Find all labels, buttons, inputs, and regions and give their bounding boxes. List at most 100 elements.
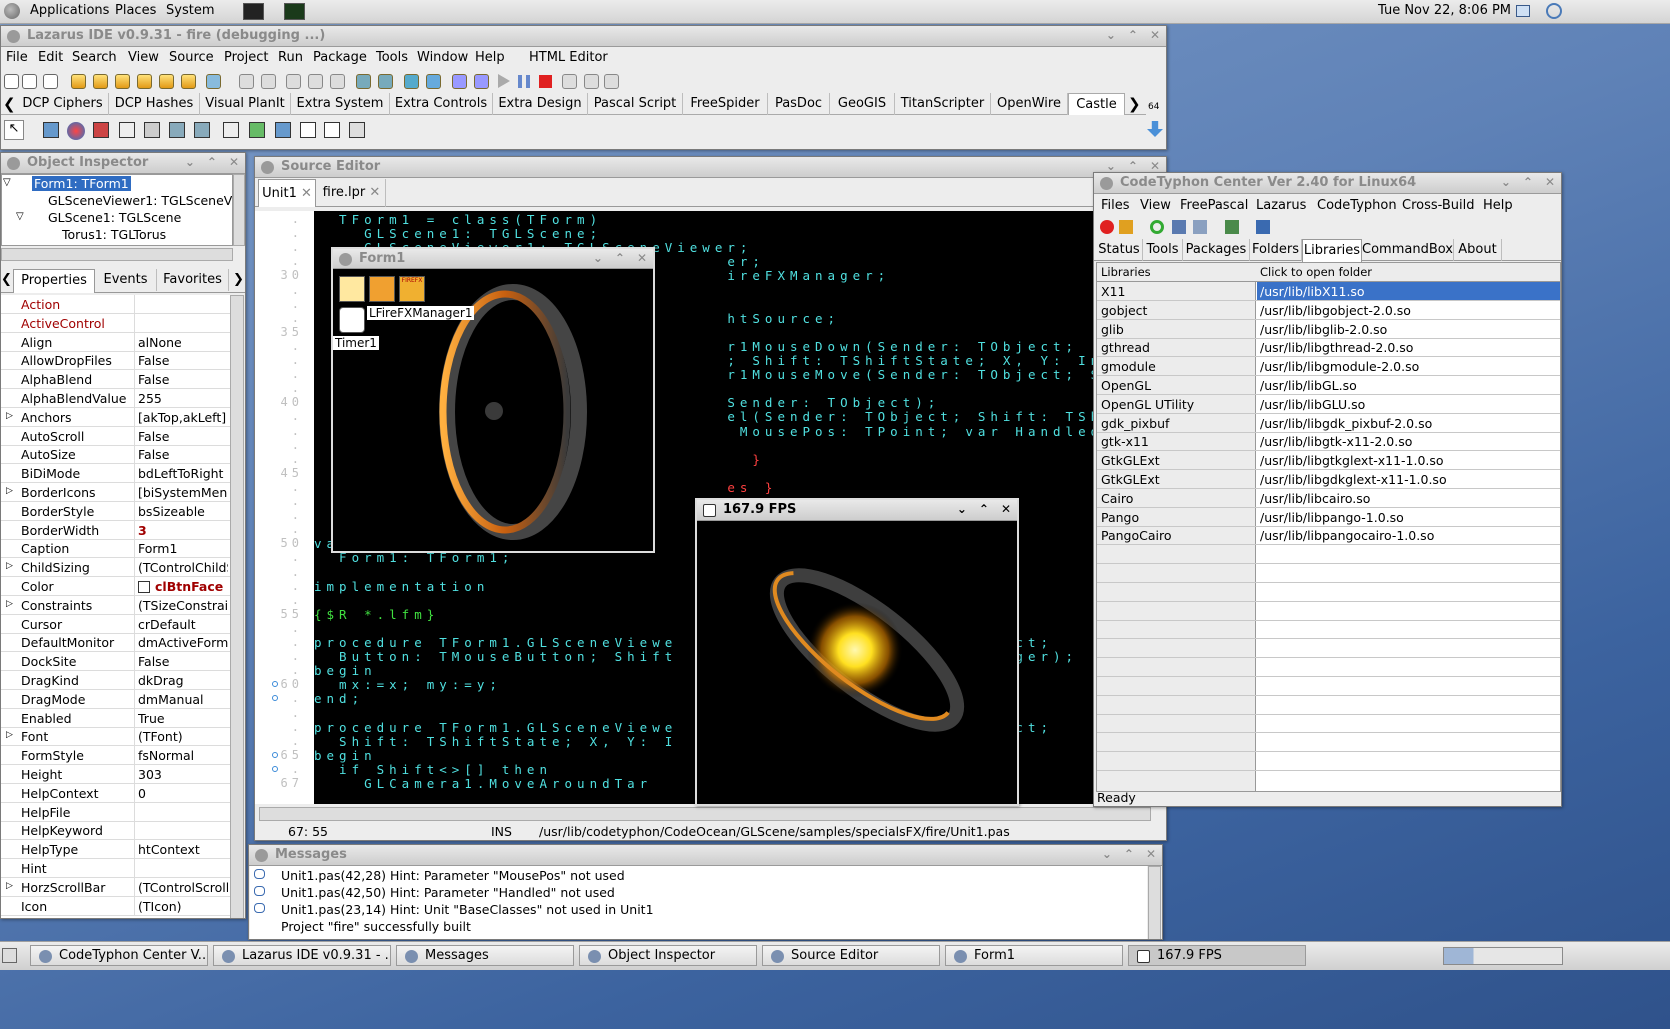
library-row[interactable]: GtkGLExt/usr/lib/libgtkglext-x11-1.0.so [1097, 451, 1560, 471]
show-desktop-icon[interactable] [2, 948, 17, 963]
property-row[interactable]: FormStyle fsNormal [1, 746, 230, 766]
ct-menu-freepascal[interactable]: FreePascal [1180, 198, 1248, 213]
build-icon[interactable] [356, 74, 371, 89]
workspace-switcher[interactable] [1443, 947, 1563, 965]
code-line[interactable]: begin [314, 663, 377, 678]
castle-component-10-icon[interactable] [275, 122, 291, 138]
ct-menu-lazarus[interactable]: Lazarus [1256, 198, 1306, 213]
property-value[interactable]: dmActiveForm [138, 635, 228, 650]
property-row[interactable]: Enabled True [1, 708, 230, 728]
library-row[interactable]: gthread/usr/lib/libgthread-2.0.so [1097, 338, 1560, 358]
library-path[interactable]: /usr/lib/libgtkglext-x11-1.0.so [1257, 451, 1560, 469]
menu-search[interactable]: Search [72, 50, 117, 65]
library-row[interactable] [1097, 677, 1560, 696]
library-row[interactable]: gdk_pixbuf/usr/lib/libgdk_pixbuf-2.0.so [1097, 414, 1560, 433]
close-icon[interactable]: ✕ [1146, 847, 1156, 861]
library-row[interactable]: gobject/usr/lib/libgobject-2.0.so [1097, 301, 1560, 320]
exit-icon[interactable] [1100, 220, 1114, 234]
light-component-icon[interactable] [369, 276, 395, 302]
castle-component-9-icon[interactable] [249, 122, 265, 138]
code-line[interactable]: end; [314, 691, 364, 706]
castle-component-11-icon[interactable] [300, 122, 316, 138]
library-path[interactable]: /usr/lib/libgdk_pixbuf-2.0.so [1257, 414, 1560, 432]
taskbar-messages[interactable]: Messages [396, 945, 574, 966]
property-row[interactable]: DragMode dmManual [1, 689, 230, 709]
property-value[interactable]: 303 [138, 767, 228, 782]
property-row[interactable]: HelpFile [1, 802, 230, 822]
maximize-icon[interactable]: ⌃ [1128, 159, 1138, 173]
property-row[interactable]: ▷ Font (TFont) [1, 727, 230, 747]
messages-scrollbar[interactable] [1148, 866, 1161, 939]
close-icon[interactable]: ✕ [229, 155, 239, 169]
tree-expander-icon[interactable]: ▽ [3, 177, 11, 188]
taskbar-lazarus-ide[interactable]: Lazarus IDE v0.9.31 - ... [213, 945, 391, 966]
property-value[interactable]: False [138, 654, 228, 669]
step-into-icon[interactable] [562, 74, 577, 89]
library-row[interactable] [1097, 696, 1560, 715]
minimize-icon[interactable]: ⌄ [1106, 28, 1116, 42]
property-value[interactable]: (TFont) [138, 729, 228, 744]
gnome-foot-icon[interactable] [4, 3, 20, 19]
property-row[interactable]: Hint [1, 859, 230, 878]
code-line[interactable]: TForm1 = class(TForm) [314, 212, 602, 227]
palette-tab-dcp-ciphers[interactable]: DCP Ciphers [17, 93, 109, 115]
property-value[interactable]: (TControlScrolll [138, 880, 228, 895]
palette-scroll-left-icon[interactable]: ❮ [3, 95, 16, 113]
property-value[interactable]: clBtnFace [155, 579, 230, 594]
property-row[interactable]: Height 303 [1, 765, 230, 784]
library-path[interactable]: /usr/lib/libX11.so [1257, 282, 1560, 300]
library-path[interactable]: /usr/lib/libcairo.so [1257, 489, 1560, 507]
refresh-icon[interactable] [1150, 220, 1164, 234]
form1-title-bar[interactable]: Form1 ⌄ ⌃ ✕ [333, 249, 653, 269]
menu-source[interactable]: Source [169, 50, 214, 65]
library-row[interactable] [1097, 564, 1560, 583]
library-row[interactable] [1097, 583, 1560, 602]
code-line[interactable]: begin [314, 748, 377, 763]
property-value[interactable]: False [138, 372, 228, 387]
property-row[interactable]: HelpContext 0 [1, 783, 230, 803]
windows-icon[interactable] [1172, 220, 1186, 234]
find-icon[interactable] [159, 74, 174, 89]
terminal-launcher-icon[interactable] [243, 3, 264, 20]
menu-html-editor[interactable]: HTML Editor [529, 50, 608, 65]
taskbar-form1[interactable]: Form1 [945, 945, 1123, 966]
expand-arrow-icon[interactable]: ▷ [6, 486, 13, 496]
save-all-icon[interactable] [137, 74, 152, 89]
tree-node-glscene1[interactable]: GLScene1: TGLScene [48, 210, 181, 225]
taskbar-object-inspector[interactable]: Object Inspector [579, 945, 757, 966]
view-forms-icon[interactable] [239, 74, 254, 89]
property-row[interactable]: ▷ HorzScrollBar (TControlScrolll [1, 877, 230, 897]
property-row[interactable]: ▷ ChildSizing (TControlChildS [1, 558, 230, 578]
property-row[interactable]: DockSite False [1, 652, 230, 672]
minimize-icon[interactable]: ⌄ [593, 251, 603, 265]
property-value[interactable]: 255 [138, 391, 228, 406]
library-row[interactable]: OpenGL/usr/lib/libGL.so [1097, 376, 1560, 395]
property-row[interactable]: BiDiMode bdLeftToRight [1, 464, 230, 484]
property-row[interactable]: AutoSize False [1, 445, 230, 465]
run-icon[interactable] [498, 74, 510, 88]
hierarchy-icon[interactable] [426, 74, 441, 89]
maximize-icon[interactable]: ⌃ [1128, 28, 1138, 42]
minimize-icon[interactable]: ⌄ [1501, 175, 1511, 189]
library-path[interactable]: /usr/lib/libGL.so [1257, 376, 1560, 394]
code-line[interactable]: implementation [314, 579, 489, 594]
ct-tab-libraries[interactable]: Libraries [1302, 239, 1362, 262]
palette-tab-geogis[interactable]: GeoGIS [830, 93, 895, 115]
ct-tab-status[interactable]: Status [1096, 239, 1143, 261]
property-value[interactable]: crDefault [138, 617, 228, 632]
library-row[interactable] [1097, 545, 1560, 565]
castle-component-8-icon[interactable] [223, 122, 239, 138]
message-row[interactable]: Unit1.pas(42,50) Hint: Parameter "Handle… [250, 884, 1147, 901]
open-recent-icon[interactable] [93, 74, 108, 89]
minimize-icon[interactable]: ⌄ [1106, 159, 1116, 173]
close-icon[interactable]: ✕ [1150, 28, 1160, 42]
code-line[interactable]: GLCamera1.MoveAroundTar [314, 776, 652, 791]
property-value[interactable]: 0 [138, 786, 228, 801]
editor-horizontal-scrollbar[interactable] [259, 807, 1151, 821]
menu-package[interactable]: Package [313, 50, 367, 65]
expand-arrow-icon[interactable]: ▷ [6, 730, 13, 740]
property-value[interactable]: False [138, 429, 228, 444]
castle-component-13-icon[interactable] [349, 122, 365, 138]
property-row[interactable]: AlphaBlend False [1, 370, 230, 390]
system-menu[interactable]: System [166, 3, 214, 18]
